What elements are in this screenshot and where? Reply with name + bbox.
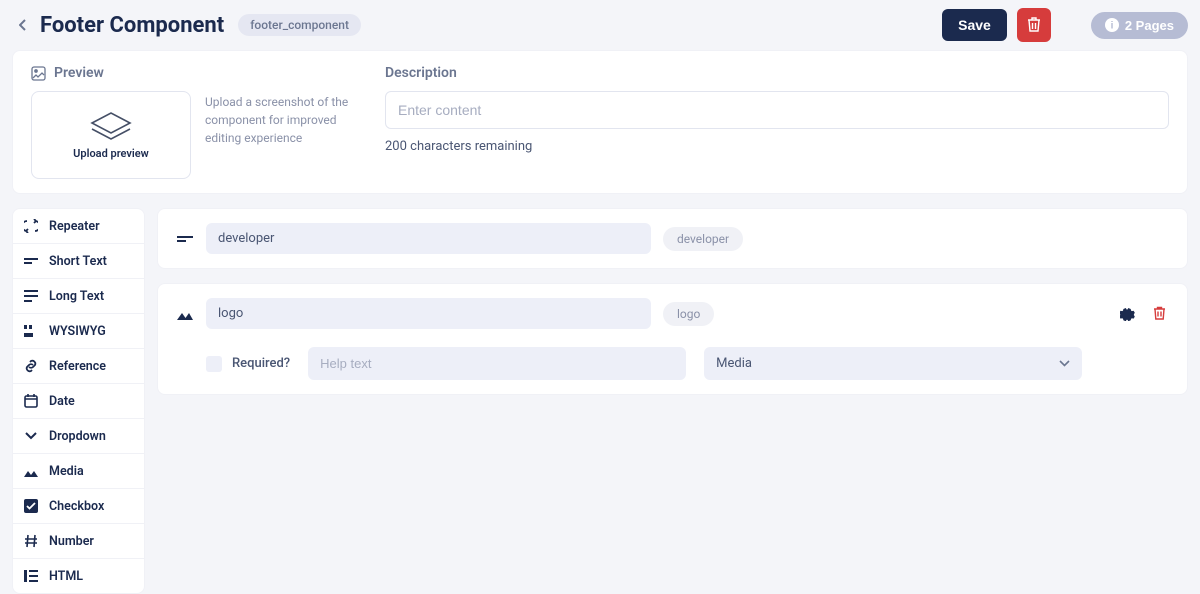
checkbox-icon: [23, 498, 39, 514]
sidebar-item-reference[interactable]: Reference: [13, 349, 144, 384]
required-checkbox[interactable]: [206, 356, 222, 372]
sidebar-item-media[interactable]: Media: [13, 454, 144, 489]
reference-icon: [23, 358, 39, 374]
info-icon: i: [1105, 18, 1119, 32]
upload-hint: Upload a screenshot of the component for…: [205, 91, 361, 147]
image-icon: [31, 66, 46, 81]
delete-button[interactable]: [1017, 8, 1051, 42]
upload-layers-icon: [90, 111, 132, 141]
svg-text:i: i: [1110, 21, 1113, 32]
sidebar-item-label: Long Text: [49, 289, 104, 304]
description-input[interactable]: [385, 91, 1169, 129]
trash-icon: [1027, 17, 1041, 33]
component-slug-badge: footer_component: [238, 14, 361, 36]
field-types-sidebar: Repeater Short Text Long Text WYSIWYG Re…: [12, 208, 145, 594]
page-title: Footer Component: [40, 13, 224, 38]
pages-label: 2 Pages: [1125, 18, 1174, 33]
repeater-icon: [23, 218, 39, 234]
sidebar-item-wysiwyg[interactable]: WYSIWYG: [13, 314, 144, 349]
help-text-input[interactable]: [308, 347, 686, 380]
field-slug-badge: developer: [663, 227, 743, 251]
field-card-developer: developer developer: [157, 208, 1188, 269]
sidebar-item-checkbox[interactable]: Checkbox: [13, 489, 144, 524]
media-icon: [23, 463, 39, 479]
long-text-icon: [23, 288, 39, 304]
sidebar-item-label: Short Text: [49, 254, 107, 269]
dropdown-icon: [23, 428, 39, 444]
field-type-value: Media: [716, 356, 752, 371]
chevron-left-icon: [19, 19, 26, 31]
sidebar-item-label: Dropdown: [49, 429, 106, 444]
sidebar-item-label: WYSIWYG: [49, 324, 106, 339]
sidebar-item-short-text[interactable]: Short Text: [13, 244, 144, 279]
pages-button[interactable]: i 2 Pages: [1091, 12, 1188, 39]
required-label: Required?: [232, 356, 290, 371]
number-icon: [23, 533, 39, 549]
field-delete-button[interactable]: [1149, 304, 1169, 324]
date-icon: [23, 393, 39, 409]
short-text-icon: [23, 253, 39, 269]
wysiwyg-icon: [23, 323, 39, 339]
field-type-select[interactable]: Media: [704, 347, 1082, 380]
sidebar-item-html[interactable]: HTML: [13, 559, 144, 593]
sidebar-item-label: HTML: [49, 569, 83, 584]
upload-preview-label: Upload preview: [73, 147, 149, 160]
field-settings-button[interactable]: [1117, 304, 1137, 324]
field-name-input[interactable]: developer: [206, 223, 651, 254]
sidebar-item-label: Number: [49, 534, 94, 549]
sidebar-item-number[interactable]: Number: [13, 524, 144, 559]
sidebar-item-label: Date: [49, 394, 75, 409]
media-icon: [176, 305, 194, 323]
save-button[interactable]: Save: [942, 9, 1007, 41]
chevron-down-icon: [1059, 360, 1070, 367]
preview-label: Preview: [54, 65, 104, 81]
trash-icon: [1153, 306, 1166, 321]
sidebar-item-long-text[interactable]: Long Text: [13, 279, 144, 314]
gear-icon: [1120, 306, 1135, 321]
sidebar-item-repeater[interactable]: Repeater: [13, 209, 144, 244]
sidebar-item-date[interactable]: Date: [13, 384, 144, 419]
short-text-icon: [176, 230, 194, 248]
char-count: 200 characters remaining: [385, 139, 1169, 154]
sidebar-item-label: Repeater: [49, 219, 100, 234]
description-label: Description: [385, 65, 457, 81]
sidebar-item-label: Media: [49, 464, 84, 479]
field-card-logo: logo logo Required?: [157, 283, 1188, 395]
back-button[interactable]: [12, 15, 32, 35]
field-slug-badge: logo: [663, 302, 714, 326]
upload-preview-button[interactable]: Upload preview: [31, 91, 191, 179]
html-icon: [23, 568, 39, 584]
sidebar-item-label: Reference: [49, 359, 106, 374]
field-name-input[interactable]: logo: [206, 298, 651, 329]
sidebar-item-dropdown[interactable]: Dropdown: [13, 419, 144, 454]
sidebar-item-label: Checkbox: [49, 499, 104, 514]
